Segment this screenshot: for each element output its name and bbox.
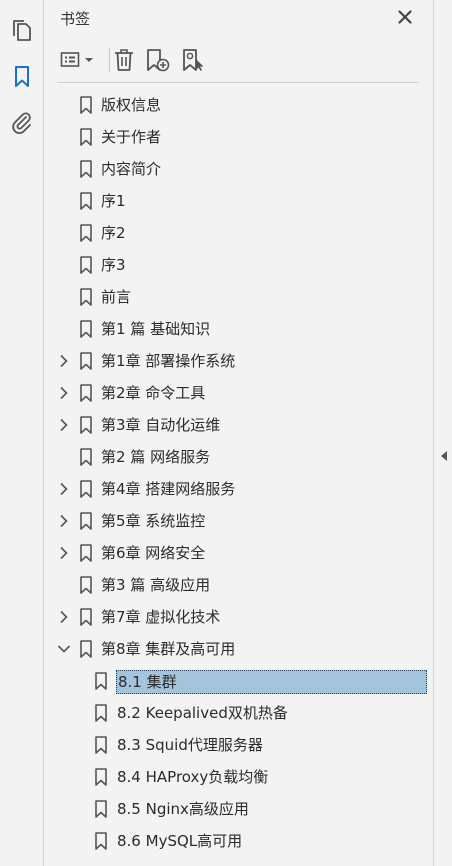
bookmark-icon (79, 640, 93, 658)
bookmark-label: 第4章 搭建网络服务 (101, 480, 236, 498)
bookmark-item[interactable]: 第4章 搭建网络服务 (45, 473, 433, 505)
bookmark-label: 版权信息 (101, 96, 162, 114)
new-bookmark-icon[interactable] (144, 46, 172, 74)
chevron-right-icon[interactable] (57, 385, 71, 401)
chevron-right-icon[interactable] (57, 609, 71, 625)
bookmark-item[interactable]: 内容简介 (45, 153, 433, 185)
bookmark-item[interactable]: 序1 (45, 185, 433, 217)
chevron-down-icon[interactable] (57, 641, 71, 657)
bookmark-icon (79, 512, 93, 530)
bookmark-item[interactable]: 第1章 部署操作系统 (45, 345, 433, 377)
bookmark-label: 第3 篇 高级应用 (101, 576, 211, 594)
collapse-arrow-icon[interactable] (440, 447, 448, 461)
document-edge (433, 0, 452, 866)
bookmark-label: 8.6 MySQL高可用 (117, 832, 243, 850)
chevron-right-icon[interactable] (57, 513, 71, 529)
bookmark-icon (79, 192, 93, 210)
bookmark-icon (79, 608, 93, 626)
bookmark-icon (94, 704, 108, 722)
bookmark-label: 第2章 命令工具 (101, 384, 206, 402)
bookmark-item[interactable]: 序3 (45, 249, 433, 281)
toolbar-separator (57, 82, 419, 83)
bookmarks-sidebar: 书签 版权信息 关于作者 内容简介 序1 序2 序3 前言 第1 篇 基础知识 … (0, 0, 452, 866)
bookmark-item[interactable]: 第1 篇 基础知识 (45, 313, 433, 345)
bookmark-icon (79, 288, 93, 306)
bookmark-tree: 版权信息关于作者内容简介序1 序2 序3 前言第1 篇 基础知识第1章 部署操作系统第… (45, 89, 433, 857)
bookmark-item[interactable]: 第6章 网络安全 (45, 537, 433, 569)
bookmark-label: 第7章 虚拟化技术 (101, 608, 221, 626)
bookmark-label: 第2 篇 网络服务 (101, 448, 211, 466)
bookmarks-icon[interactable] (7, 62, 37, 92)
bookmark-toolbar (45, 42, 433, 80)
bookmark-icon (79, 544, 93, 562)
bookmark-icon (79, 480, 93, 498)
attachments-icon[interactable] (7, 108, 37, 138)
bookmark-item[interactable]: 第5章 系统监控 (45, 505, 433, 537)
bookmark-icon (94, 800, 108, 818)
bookmark-icon (79, 448, 93, 466)
bookmark-label: 第8章 集群及高可用 (101, 640, 236, 658)
bookmark-icon (79, 256, 93, 274)
bookmark-icon (94, 736, 108, 754)
bookmark-item[interactable]: 8.1 集群 (45, 665, 433, 697)
bookmark-label: 第5章 系统监控 (101, 512, 206, 530)
bookmark-label: 8.1 集群 (116, 670, 427, 694)
chevron-right-icon[interactable] (57, 545, 71, 561)
bookmark-item[interactable]: 第3章 自动化运维 (45, 409, 433, 441)
toolbar-divider (109, 48, 110, 72)
bookmark-item[interactable]: 前言 (45, 281, 433, 313)
bookmark-label: 8.3 Squid代理服务器 (117, 736, 263, 754)
bookmark-label: 序1 (101, 192, 126, 210)
bookmark-item[interactable]: 8.2 Keepalived双机热备 (45, 697, 433, 729)
bookmark-icon (79, 160, 93, 178)
chevron-right-icon[interactable] (57, 353, 71, 369)
bookmark-label: 前言 (101, 288, 132, 306)
chevron-right-icon[interactable] (57, 417, 71, 433)
bookmark-item[interactable]: 8.6 MySQL高可用 (45, 825, 433, 857)
bookmark-label: 8.2 Keepalived双机热备 (117, 704, 288, 722)
bookmark-icon (94, 832, 108, 850)
bookmark-item[interactable]: 8.3 Squid代理服务器 (45, 729, 433, 761)
panel-title: 书签 (60, 10, 91, 28)
bookmark-item[interactable]: 8.4 HAProxy负载均衡 (45, 761, 433, 793)
bookmark-item[interactable]: 第3 篇 高级应用 (45, 569, 433, 601)
bookmark-label: 关于作者 (101, 128, 162, 146)
bookmark-item[interactable]: 8.5 Nginx高级应用 (45, 793, 433, 825)
bookmark-item[interactable]: 第2 篇 网络服务 (45, 441, 433, 473)
bookmark-item[interactable]: 第7章 虚拟化技术 (45, 601, 433, 633)
bookmark-icon (79, 224, 93, 242)
bookmark-label: 序2 (101, 224, 126, 242)
bookmark-item[interactable]: 第2章 命令工具 (45, 377, 433, 409)
bookmark-item[interactable]: 关于作者 (45, 121, 433, 153)
close-icon[interactable] (395, 7, 415, 27)
bookmark-item[interactable]: 第8章 集群及高可用 (45, 633, 433, 665)
bookmark-label: 8.5 Nginx高级应用 (117, 800, 249, 818)
bookmark-label: 内容简介 (101, 160, 162, 178)
bookmark-icon (79, 128, 93, 146)
bookmark-icon (94, 768, 108, 786)
bookmark-label: 第6章 网络安全 (101, 544, 206, 562)
bookmark-label: 序3 (101, 256, 126, 274)
bookmark-settings-icon[interactable] (180, 46, 208, 74)
bookmark-icon (79, 384, 93, 402)
bookmark-label: 第1章 部署操作系统 (101, 352, 236, 370)
pages-icon[interactable] (7, 16, 37, 46)
bookmarks-panel: 书签 版权信息 关于作者 内容简介 序1 序2 序3 前言 第1 篇 基础知识 … (45, 0, 433, 866)
navigation-rail (0, 0, 44, 866)
delete-icon[interactable] (111, 46, 137, 74)
bookmark-icon (79, 320, 93, 338)
bookmark-icon (94, 672, 108, 690)
panel-header: 书签 (45, 0, 433, 36)
bookmark-item[interactable]: 序2 (45, 217, 433, 249)
bookmark-icon (79, 352, 93, 370)
bookmark-icon (79, 96, 93, 114)
bookmark-label: 第1 篇 基础知识 (101, 320, 211, 338)
chevron-right-icon[interactable] (57, 481, 71, 497)
bookmark-label: 第3章 自动化运维 (101, 416, 221, 434)
bookmark-icon (79, 576, 93, 594)
bookmark-icon (79, 416, 93, 434)
bookmark-item[interactable]: 版权信息 (45, 89, 433, 121)
options-menu-icon[interactable] (59, 46, 99, 74)
bookmark-label: 8.4 HAProxy负载均衡 (117, 768, 269, 786)
